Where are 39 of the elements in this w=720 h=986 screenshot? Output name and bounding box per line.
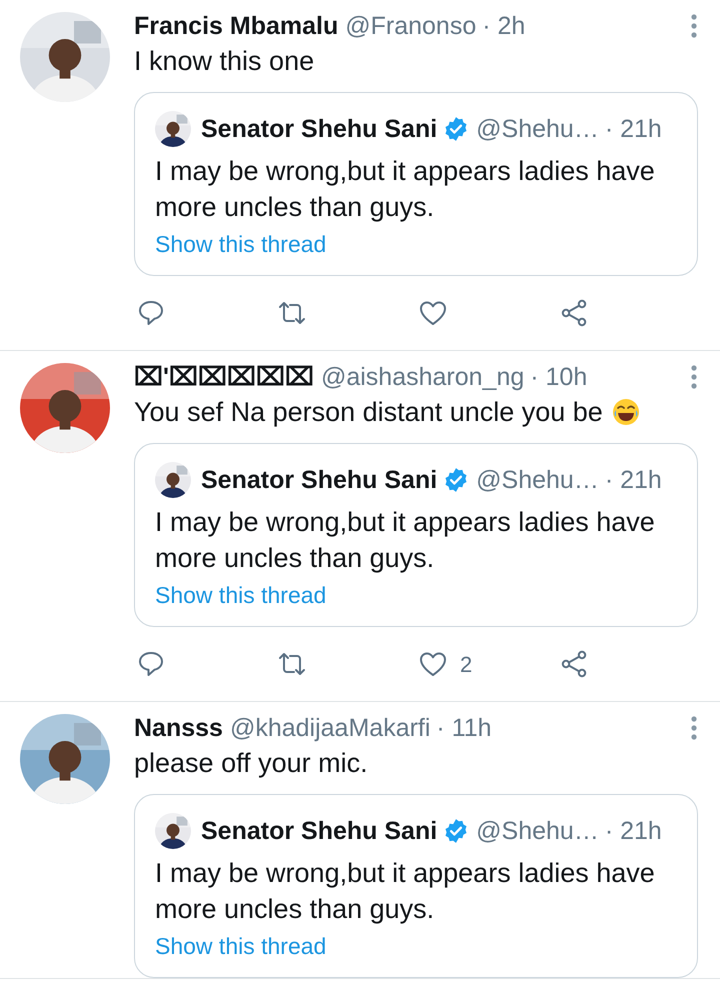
show-thread-link[interactable]: Show this thread xyxy=(155,227,326,261)
user-handle: @aishasharon_ng xyxy=(320,362,524,393)
like-button[interactable]: 2 xyxy=(416,648,557,680)
quoted-tweet-card[interactable]: Senator Shehu Sani @Shehu… · 21h I may be wrong,but it appears ladies have more uncles than guys. Show this thread xyxy=(134,92,698,276)
tweet-text: You sef Na person distant uncle you be xyxy=(134,396,603,429)
more-icon[interactable] xyxy=(690,716,698,740)
reply-icon xyxy=(136,649,166,679)
timestamp: · 21h xyxy=(604,114,662,145)
show-thread-link[interactable]: Show this thread xyxy=(155,929,326,963)
quoted-tweet-card[interactable]: Senator Shehu Sani @Shehu… · 21h I may be wrong,but it appears ladies have more uncles than guys. Show this thread xyxy=(134,794,698,978)
reply-icon xyxy=(136,298,166,328)
quoted-tweet-text: I may be wrong,but it appears ladies have more uncles than guys. xyxy=(155,506,656,575)
more-icon[interactable] xyxy=(690,365,698,389)
user-handle: @Shehu… xyxy=(476,465,599,496)
user-name: ⌧'⌧⌧⌧⌧⌧ xyxy=(134,362,314,393)
user-name: Francis Mbamalu xyxy=(134,11,338,42)
user-name: Senator Shehu Sani xyxy=(201,465,438,496)
quoted-tweet-card[interactable]: Senator Shehu Sani @Shehu… · 21h I may be wrong,but it appears ladies have more uncles than guys. Show this thread xyxy=(134,443,698,627)
timestamp: · 21h xyxy=(604,465,662,496)
timestamp: · 11h xyxy=(436,713,492,744)
quoted-tweet-text: I may be wrong,but it appears ladies have more uncles than guys. xyxy=(155,155,656,224)
timestamp: · 21h xyxy=(604,816,662,847)
user-handle: @khadijaaMakarfi xyxy=(230,713,430,744)
user-handle: @Shehu… xyxy=(476,114,599,145)
user-handle: @Shehu… xyxy=(476,816,599,847)
timestamp: · 10h xyxy=(530,362,588,393)
share-icon xyxy=(559,298,589,328)
user-name: Senator Shehu Sani xyxy=(201,816,438,847)
like-count: 2 xyxy=(460,650,472,678)
timestamp: · 2h xyxy=(482,11,526,42)
tweet-text: I know this one xyxy=(134,45,314,78)
tweet-text: please off your mic. xyxy=(134,747,368,780)
user-handle: @Franonso xyxy=(345,11,476,42)
quoted-tweet-text: I may be wrong,but it appears ladies have more uncles than guys. xyxy=(155,857,656,926)
more-icon[interactable] xyxy=(690,14,698,38)
user-name: Nansss xyxy=(134,713,223,744)
share-icon xyxy=(559,649,589,679)
show-thread-link[interactable]: Show this thread xyxy=(155,578,326,612)
user-name: Senator Shehu Sani xyxy=(201,114,438,145)
